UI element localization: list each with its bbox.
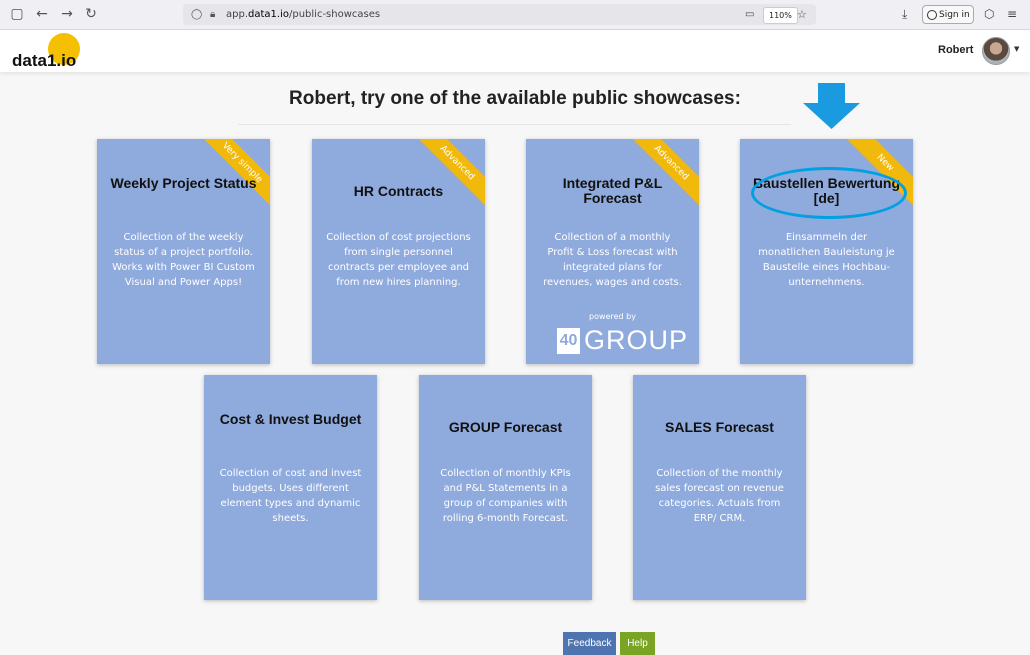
card-title: SALES Forecast — [665, 419, 774, 435]
logo-box: 40 — [557, 328, 580, 354]
data1-logo[interactable]: data1.io — [12, 33, 92, 73]
user-name[interactable]: Robert — [938, 44, 973, 56]
showcase-card-hr-contracts[interactable]: Advanced HR Contracts Collection of cost… — [312, 139, 485, 364]
tab-overview-icon[interactable]: ▢ — [8, 5, 26, 23]
card-description: Collection of a monthly Profit & Loss fo… — [543, 232, 682, 288]
showcase-card-weekly-project-status[interactable]: Very simple Weekly Project Status Collec… — [97, 139, 270, 364]
showcase-card-sales-forecast[interactable]: SALES Forecast Collection of the monthly… — [633, 375, 806, 600]
reader-view-icon[interactable]: ▭ — [745, 4, 754, 25]
card-title: GROUP Forecast — [448, 419, 563, 435]
card-title: Integrated P&L Forecast — [562, 175, 663, 206]
reload-icon[interactable]: ↻ — [82, 5, 100, 23]
url-text[interactable]: app.data1.io/public-showcases — [226, 4, 380, 25]
card-title: Weekly Project Status — [110, 175, 257, 191]
sign-in-button[interactable]: Sign in — [922, 5, 974, 24]
avatar[interactable] — [982, 37, 1010, 65]
showcase-card-group-forecast[interactable]: GROUP Forecast Collection of monthly KPI… — [419, 375, 592, 600]
address-bar[interactable]: ◯ 🔒︎ app.data1.io/public-showcases ▭ 110… — [183, 4, 816, 25]
powered-by-label: powered by — [589, 312, 636, 321]
shield-icon[interactable]: ◯ — [191, 4, 202, 25]
card-description: Collection of cost projections from sing… — [326, 232, 471, 288]
zoom-level[interactable]: 110% — [763, 7, 798, 24]
logo-text: GROUP — [584, 325, 689, 355]
card-description: Collection of the monthly sales forecast… — [655, 468, 784, 524]
showcase-card-cost-invest-budget[interactable]: Cost & Invest Budget Collection of cost … — [204, 375, 377, 600]
card-title: HR Contracts — [353, 183, 444, 199]
feedback-button[interactable]: Feedback — [563, 632, 616, 655]
app-header: data1.io Robert ▼ — [0, 30, 1030, 72]
showcase-card-integrated-pl-forecast[interactable]: Advanced Integrated P&L Forecast Collect… — [526, 139, 699, 364]
card-description: Collection of the weekly status of a pro… — [112, 232, 255, 288]
menu-icon[interactable]: ≡ — [1007, 5, 1017, 23]
logo-text: data1.io — [12, 51, 77, 70]
forward-icon[interactable]: → — [58, 5, 76, 23]
highlight-ellipse — [751, 167, 907, 219]
browser-toolbar: ▢ ← → ↻ ◯ 🔒︎ app.data1.io/public-showcas… — [0, 0, 1030, 30]
back-icon[interactable]: ← — [33, 5, 51, 23]
bookmark-star-icon[interactable]: ☆ — [797, 4, 807, 25]
lock-icon[interactable]: 🔒︎ — [210, 4, 215, 25]
help-button[interactable]: Help — [620, 632, 655, 655]
page-title: Robert, try one of the available public … — [289, 88, 741, 109]
chevron-down-icon[interactable]: ▼ — [1014, 45, 1019, 53]
card-description: Collection of monthly KPIs and P&L State… — [440, 468, 571, 524]
account-icon — [927, 9, 937, 20]
ribbon-badge: Advanced — [407, 139, 485, 213]
card-description: Einsammeln der monatlichen Bauleistung j… — [758, 232, 895, 288]
divider — [238, 124, 791, 125]
arrow-down-icon — [803, 83, 860, 129]
extensions-icon[interactable]: ⬡ — [984, 5, 994, 23]
card-title: Cost & Invest Budget — [219, 411, 362, 427]
sign-in-label: Sign in — [939, 10, 970, 20]
card-description: Collection of cost and invest budgets. U… — [219, 468, 362, 524]
downloads-icon[interactable]: ⤓ — [902, 5, 907, 23]
